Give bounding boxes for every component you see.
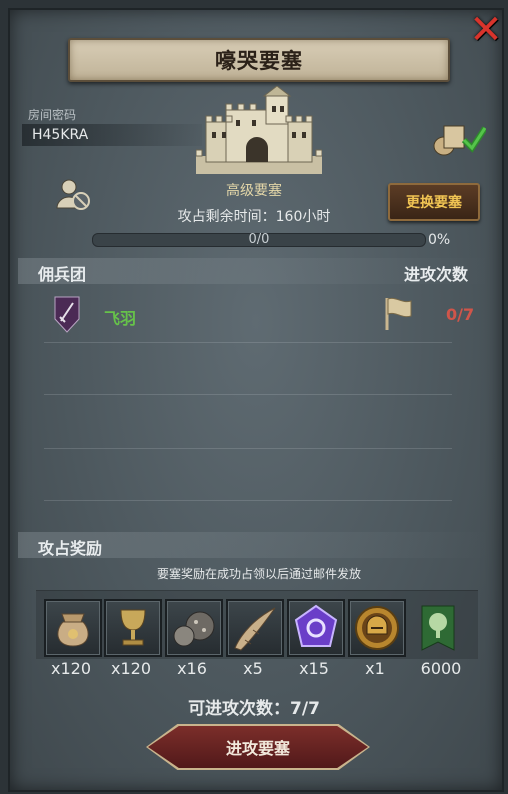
reward-count: x5 — [243, 659, 263, 678]
mercenary-name: 飞羽 — [104, 309, 137, 328]
close-icon[interactable]: ✕ — [468, 10, 504, 50]
goblet-icon[interactable] — [104, 599, 162, 657]
reward-count: x16 — [177, 659, 207, 678]
tree-banner-icon[interactable] — [409, 599, 467, 657]
castle-icon — [195, 85, 323, 178]
reward-section-title: 攻占奖励 — [38, 539, 103, 558]
golden-helmet-medal-icon[interactable] — [348, 599, 406, 657]
page-title: 嚎哭要塞 — [215, 49, 303, 73]
horn-icon[interactable] — [226, 599, 284, 657]
user-blocked-icon[interactable] — [56, 178, 92, 212]
ore-icon[interactable] — [165, 599, 223, 657]
room-password-label: 房间密码 — [28, 108, 77, 122]
remaining-attacks: 可进攻次数：7/7 — [188, 699, 320, 719]
purple-gem-icon[interactable] — [287, 599, 345, 657]
row-divider — [44, 394, 452, 395]
row-divider — [44, 342, 452, 343]
sword-shield-icon — [54, 295, 80, 333]
supplies-check-icon[interactable] — [430, 120, 488, 156]
title-banner: 嚎哭要塞 — [68, 38, 450, 82]
reward-count: x120 — [110, 659, 151, 678]
reward-count: x1 — [365, 659, 385, 678]
change-fortress-button[interactable]: 更换要塞 — [388, 183, 480, 221]
mercenary-attack-count: 0/7 — [446, 305, 475, 324]
reward-count: x15 — [299, 659, 329, 678]
row-divider — [44, 500, 452, 501]
coin-sack-icon[interactable] — [44, 599, 102, 657]
room-code-value: H45KRA — [32, 127, 89, 143]
reward-count: x120 — [50, 659, 91, 678]
attack-fortress-button[interactable]: 进攻要塞 — [148, 726, 368, 768]
progress-percent: 0% — [428, 232, 451, 248]
progress-text: 0/0 — [248, 232, 270, 247]
attack-button-label: 进攻要塞 — [225, 739, 290, 758]
reward-note: 要塞奖励在成功占领以后通过邮件发放 — [156, 567, 361, 581]
row-divider — [44, 448, 452, 449]
mercenary-section-title: 佣兵团 — [38, 265, 87, 284]
flag-icon — [384, 296, 412, 332]
attack-count-title: 进攻次数 — [404, 265, 469, 284]
reward-count: 6000 — [420, 659, 462, 678]
